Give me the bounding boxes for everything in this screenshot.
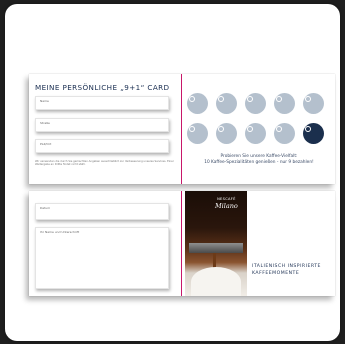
stamp-circle [216,123,237,144]
date-field-label: Datum [40,206,51,210]
signature-field-label: Ihr Name und Unterschrift [40,230,80,234]
name-field-label: Name [40,99,49,103]
stamp-circle [187,93,208,114]
stamp-circle-filled [303,123,324,144]
city-field[interactable]: PLZ/Ort [35,139,169,153]
date-field[interactable]: Datum [35,203,169,220]
brand-logo-bottom: Milano [215,202,238,210]
stamp-hole-icon [189,126,195,132]
stamp-hole-icon [276,126,282,132]
stamp-hole-icon [218,126,224,132]
card-divider [181,74,182,184]
stamp-circle [303,93,324,114]
stamp-hole-icon [247,126,253,132]
signature-field[interactable]: Ihr Name und Unterschrift [35,227,169,289]
stamp-circle [187,123,208,144]
stamp-circle [274,93,295,114]
brand-logo-top: NESCAFÉ [217,197,236,201]
page-frame: MEINE PERSÖNLICHE „9+1“ CARD Name Straße… [5,4,340,341]
card-divider [181,191,182,296]
promo-line-2: 10 Kaffee-Spezialitäten genießen - nur 9… [204,160,314,165]
brand-logo: NESCAFÉ Milano [215,197,238,210]
name-field[interactable]: Name [35,96,169,110]
stamp-hole-icon [218,96,224,102]
stamp-hole-icon [189,96,195,102]
stamp-hole-icon [247,96,253,102]
stamp-circle [245,93,266,114]
tagline-line-2: KAFFEEMOMENTE [252,271,300,276]
cup-shape [191,267,241,296]
stamp-circle [274,123,295,144]
loyalty-card-front: MEINE PERSÖNLICHE „9+1“ CARD Name Straße… [29,74,335,184]
stamp-hole-icon [305,96,311,102]
loyalty-card-back: Datum Ihr Name und Unterschrift NESCAFÉ … [29,191,335,296]
stamp-circle [245,123,266,144]
card-title: MEINE PERSÖNLICHE „9+1“ CARD [35,83,170,92]
promo-text: Probieren Sie unsere Kaffee-Vielfalt: 10… [184,154,334,166]
city-field-label: PLZ/Ort [40,142,52,146]
stamp-circle [216,93,237,114]
stamp-hole-icon [276,96,282,102]
street-field[interactable]: Straße [35,118,169,132]
espresso-machine-shape [189,243,243,253]
street-field-label: Straße [40,121,50,125]
privacy-note: Wir verwenden die durch Sie gemachten An… [35,160,174,167]
stamp-hole-icon [305,126,311,132]
tagline-line-1: ITALIENISCH INSPIRIERTE [252,264,321,269]
tagline: ITALIENISCH INSPIRIERTE KAFFEEMOMENTE [252,263,334,277]
